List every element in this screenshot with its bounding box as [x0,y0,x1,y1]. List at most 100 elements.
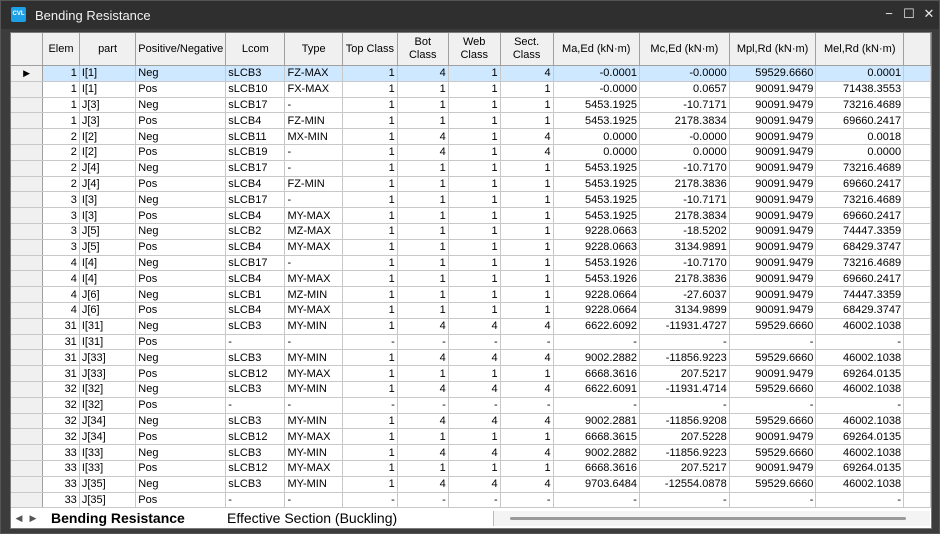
cell-elem[interactable]: 3 [42,239,80,256]
cell-bot[interactable]: 4 [397,144,449,161]
table-row[interactable]: 4 J[6] Pos sLCB4 MY-MAX 1 1 1 1 9228.0664 3134.989… [11,302,931,319]
cell-part[interactable]: I[2] [79,144,137,161]
scrollbar-thumb[interactable] [510,517,906,520]
cell-web[interactable]: 4 [448,318,501,335]
cell-part[interactable]: J[5] [79,223,137,240]
cell-top[interactable]: 1 [342,365,398,382]
cell-mel[interactable]: 69660.2417 [815,207,905,224]
cell-bot[interactable]: 1 [397,176,449,193]
cell-ma[interactable]: 5453.1926 [553,255,640,272]
cell-elem[interactable]: 3 [42,191,80,209]
cell-mpl[interactable]: 90091.9479 [729,112,817,130]
maximize-button[interactable]: ☐ [899,4,919,24]
cell-top[interactable]: 1 [342,176,398,193]
cell-sect[interactable]: 1 [500,160,554,177]
cell-ma[interactable]: 9228.0664 [553,302,640,319]
cell-bot[interactable]: 1 [397,270,449,288]
cell-mc[interactable]: 2178.3836 [639,270,730,288]
cell-pn[interactable]: Pos [135,334,227,351]
table-row[interactable]: 1 J[3] Neg sLCB17-1 1 1 1 5453.1925 -10.7171 9009… [11,97,931,114]
cell-mc[interactable]: 2178.3834 [639,207,730,224]
row-header[interactable] [11,460,44,477]
cell-web[interactable]: 1 [448,239,501,256]
cell-part[interactable]: I[33] [79,444,137,461]
cell-bot[interactable]: 1 [397,223,449,240]
cell-part[interactable]: J[5] [79,239,137,256]
cell-ma[interactable]: 5453.1925 [553,176,640,193]
cell-web[interactable]: 4 [448,476,501,493]
cell-type[interactable]: - [284,160,343,177]
cell-top[interactable]: 1 [342,349,398,367]
cell-elem[interactable]: 2 [42,160,80,177]
cell-bot[interactable]: 4 [397,413,449,430]
cell-bot[interactable]: 4 [397,476,449,493]
cell-sect[interactable]: 4 [500,128,554,145]
cell-part[interactable]: J[33] [79,365,137,382]
cell-elem[interactable]: 2 [42,128,80,145]
cell-elem[interactable]: 4 [42,302,80,319]
cell-type[interactable]: MY-MIN [284,381,343,398]
cell-mpl[interactable]: 90091.9479 [729,128,817,145]
cell-type[interactable]: MZ-MAX [284,223,343,240]
cell-pn[interactable]: Neg [135,381,227,398]
cell-elem[interactable]: 4 [42,255,80,272]
cell-web[interactable]: 1 [448,97,501,114]
cell-mc[interactable]: -18.5202 [639,223,730,240]
cell-mc[interactable]: -27.6037 [639,286,730,303]
cell-type[interactable]: - [284,255,343,272]
cell-bot[interactable]: - [397,334,449,351]
cell-pn[interactable]: Pos [135,302,227,319]
cell-sect[interactable]: 1 [500,270,554,288]
row-header[interactable] [11,97,44,114]
table-row[interactable]: 3 I[3] Pos sLCB4 MY-MAX 1 1 1 1 5453.1925 2178.383… [11,207,931,224]
cell-bot[interactable]: 1 [397,207,449,224]
cell-lcom[interactable]: sLCB3 [225,349,286,367]
row-header[interactable] [11,318,44,335]
cell-ma[interactable]: 9002.2881 [553,413,640,430]
cell-part[interactable]: I[32] [79,381,137,398]
cell-ma[interactable]: 9002.2882 [553,444,640,461]
cell-lcom[interactable]: sLCB12 [225,428,286,446]
row-header[interactable] [11,176,44,193]
cell-part[interactable]: I[4] [79,255,137,272]
horizontal-scrollbar[interactable] [493,511,930,526]
cell-mpl[interactable]: 90091.9479 [729,223,817,240]
cell-pn[interactable]: Pos [135,144,227,161]
cell-pn[interactable]: Pos [135,81,227,98]
cell-mc[interactable]: -10.7171 [639,97,730,114]
cell-web[interactable]: 1 [448,270,501,288]
cell-elem[interactable]: 31 [42,318,80,335]
table-row[interactable]: 1 I[1] Pos sLCB10 FX-MAX 1 1 1 1 -0.0000 0.0657 900… [11,81,931,98]
cell-pn[interactable]: Neg [135,413,227,430]
cell-top[interactable]: 1 [342,207,398,224]
cell-ma[interactable]: 6668.3616 [553,460,640,477]
column-header-web[interactable]: Web Class [448,33,501,66]
cell-web[interactable]: 4 [448,444,501,461]
cell-part[interactable]: I[32] [79,397,137,414]
cell-mel[interactable]: - [815,492,905,509]
cell-ma[interactable]: -0.0001 [553,65,640,82]
cell-part[interactable]: I[4] [79,270,137,288]
cell-sect[interactable]: 1 [500,302,554,319]
cell-part[interactable]: J[3] [79,97,137,114]
cell-pn[interactable]: Neg [135,223,227,240]
row-header[interactable] [11,381,44,398]
cell-mel[interactable]: 46002.1038 [815,349,905,367]
row-header[interactable] [11,160,44,177]
cell-mel[interactable]: 46002.1038 [815,413,905,430]
table-row[interactable]: 3 I[3] Neg sLCB17-1 1 1 1 5453.1925 -10.7171 9009… [11,191,931,209]
row-header[interactable] [11,428,44,446]
cell-top[interactable]: - [342,397,398,414]
cell-elem[interactable]: 4 [42,270,80,288]
cell-lcom[interactable]: sLCB3 [225,65,286,82]
cell-bot[interactable]: 1 [397,255,449,272]
table-row[interactable]: 1 J[3] Pos sLCB4 FZ-MIN 1 1 1 1 5453.1925 2178.383… [11,112,931,130]
cell-sect[interactable]: 1 [500,460,554,477]
cell-pn[interactable]: Pos [135,428,227,446]
cell-mel[interactable]: 0.0018 [815,128,905,145]
cell-top[interactable]: 1 [342,239,398,256]
cell-ma[interactable]: 5453.1926 [553,270,640,288]
table-row[interactable]: 32 I[32] Neg sLCB3 MY-MIN 1 4 4 4 6622.6091 -11931… [11,381,931,398]
cell-ma[interactable]: 9228.0664 [553,286,640,303]
cell-type[interactable]: FX-MAX [284,81,343,98]
